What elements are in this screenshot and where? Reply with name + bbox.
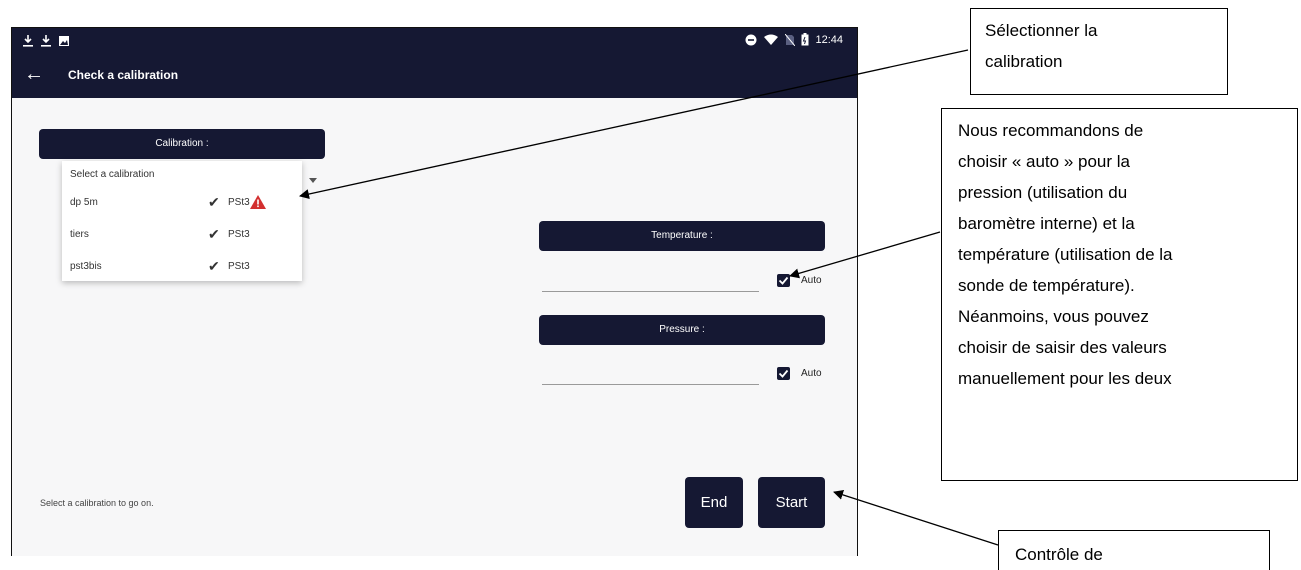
arrow-to-calibration bbox=[299, 49, 969, 199]
arrow-to-start bbox=[833, 490, 999, 546]
annotation-arrows bbox=[299, 49, 999, 546]
arrow-to-auto bbox=[789, 231, 941, 279]
